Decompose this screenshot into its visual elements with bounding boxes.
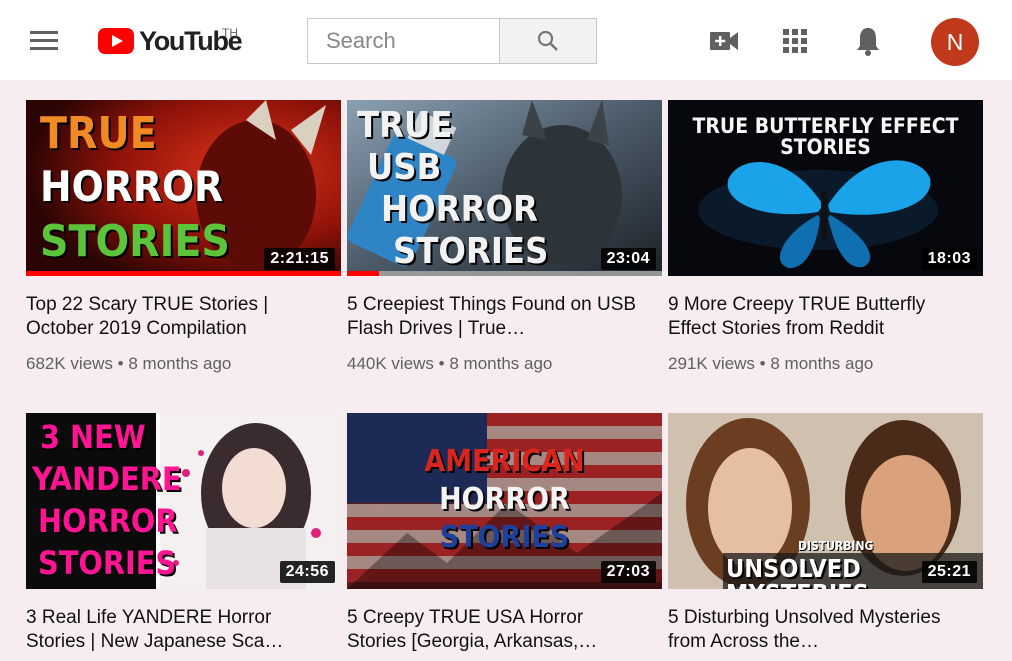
video-views: 440K views [347,354,434,373]
video-age: 8 months ago [128,354,232,373]
thumbnail-text: YANDERE [32,460,182,498]
video-title[interactable]: 5 Creepiest Things Found on USB Flash Dr… [347,293,647,341]
thumbnail-text: STORIES [439,520,570,555]
search-icon [537,30,558,51]
thumbnail-text: HORROR [38,502,178,540]
video-age: 8 months ago [770,354,874,373]
thumbnail-text: USB [367,147,442,188]
video-duration: 24:56 [279,561,335,583]
watch-progress-bar [347,271,662,276]
thumbnail-text: HORROR [439,482,570,517]
thumbnail-text: HORROR [381,189,538,230]
video-age: 8 months ago [449,354,553,373]
video-thumbnail[interactable]: 3 NEW YANDERE HORROR STORIES 24:56 [26,413,341,589]
video-duration: 27:03 [600,561,656,583]
meta-separator: • [117,354,129,373]
thumbnail-text: STORIES [393,231,549,272]
thumbnail-text: AMERICAN [424,444,585,479]
video-thumbnail[interactable]: TRUE HORROR STORIES 2:21:15 [26,100,341,276]
video-card[interactable]: TRUE USB HORROR STORIES 23:04 5 Creepies… [347,100,662,374]
video-title[interactable]: 3 Real Life YANDERE Horror Stories | New… [26,606,326,654]
video-card[interactable]: TRUE BUTTERFLY EFFECT STORIES 18:03 9 Mo… [668,100,983,374]
avatar[interactable]: N [931,18,979,66]
video-duration: 23:04 [600,248,656,270]
video-thumbnail[interactable]: TRUE BUTTERFLY EFFECT STORIES 18:03 [668,100,983,276]
thumbnail-text: 3 NEW [40,418,146,456]
video-thumbnail[interactable]: DISTURBING UNSOLVED MYSTERIES 25:21 [668,413,983,589]
video-views: 291K views [668,354,755,373]
video-card[interactable]: 3 NEW YANDERE HORROR STORIES 24:56 3 Rea… [26,413,341,654]
video-card[interactable]: TRUE HORROR STORIES 2:21:15 Top 22 Scary… [26,100,341,374]
video-duration: 2:21:15 [264,248,335,270]
video-meta: 440K views • 8 months ago [347,354,662,374]
youtube-logo[interactable]: YouTube [98,24,243,58]
video-thumbnail[interactable]: AMERICAN HORROR STORIES 27:03 [347,413,662,589]
search-box [307,18,499,64]
menu-icon[interactable] [30,31,58,51]
create-video-button[interactable] [707,24,741,58]
video-meta: 682K views • 8 months ago [26,354,341,374]
video-duration: 25:21 [921,561,977,583]
notifications-button[interactable] [851,24,885,58]
video-title[interactable]: 9 More Creepy TRUE Butterfly Effect Stor… [668,293,968,341]
video-card[interactable]: DISTURBING UNSOLVED MYSTERIES 25:21 5 Di… [668,413,983,654]
notifications-bell-icon [857,28,879,56]
apps-button[interactable] [778,24,812,58]
video-card[interactable]: AMERICAN HORROR STORIES 27:03 5 Creepy T… [347,413,662,654]
thumbnail-text: DISTURBING [798,539,874,553]
thumbnail-text: STORIES [40,216,230,267]
video-title[interactable]: Top 22 Scary TRUE Stories | October 2019… [26,293,326,341]
watch-progress-fill [26,271,341,276]
search-button[interactable] [499,18,597,64]
thumbnail-text: STORIES [38,544,177,582]
youtube-play-icon [98,28,134,54]
meta-separator: • [438,354,450,373]
video-thumbnail[interactable]: TRUE USB HORROR STORIES 23:04 [347,100,662,276]
apps-grid-icon [783,29,807,53]
top-bar: YouTube TH N [0,0,1012,80]
video-title[interactable]: 5 Creepy TRUE USA Horror Stories [Georgi… [347,606,647,654]
region-code: TH [222,26,238,40]
search-input[interactable] [308,19,496,63]
meta-separator: • [759,354,771,373]
video-title[interactable]: 5 Disturbing Unsolved Mysteries from Acr… [668,606,968,654]
video-meta: 291K views • 8 months ago [668,354,983,374]
watch-progress-fill [347,271,379,276]
thumbnail-text: TRUE BUTTERFLY EFFECT STORIES [692,114,959,159]
create-video-icon [710,32,738,50]
video-views: 682K views [26,354,113,373]
watch-progress-bar [26,271,341,276]
thumbnail-text: TRUE [357,105,453,146]
thumbnail-text: HORROR [40,162,224,211]
video-duration: 18:03 [921,248,977,270]
thumbnail-text: TRUE [40,108,157,159]
